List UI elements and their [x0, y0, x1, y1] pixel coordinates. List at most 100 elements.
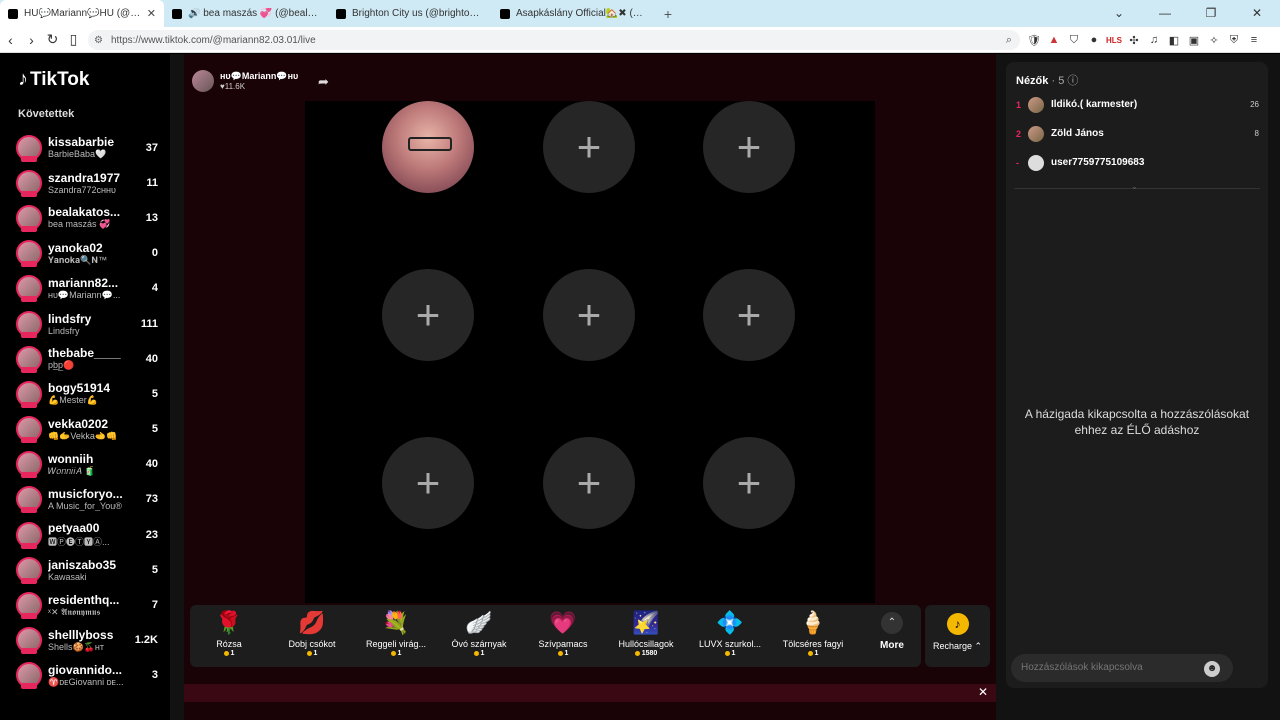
- viewer-row[interactable]: 2 Zöld János 8: [1016, 119, 1261, 148]
- more-label: More: [880, 640, 904, 651]
- minimize-button[interactable]: —: [1142, 0, 1188, 27]
- following-item[interactable]: yanoka02 𝐘𝐚𝐧𝐨𝐤𝐚🔍𝐍™ 0: [0, 236, 170, 271]
- viewers-title: Nézők: [1016, 75, 1049, 87]
- share-icon[interactable]: ➦: [318, 74, 329, 90]
- close-tab-icon[interactable]: ✕: [147, 7, 156, 20]
- gift-item[interactable]: 🪽 Óvó szárnyak 1: [443, 609, 515, 657]
- zoom-icon[interactable]: ⌕: [1006, 34, 1012, 47]
- extension-icon[interactable]: ●: [1084, 34, 1104, 46]
- live-badge: [21, 331, 37, 338]
- sidebar-icon[interactable]: ◧: [1164, 34, 1184, 47]
- gift-item[interactable]: 🌹 Rózsa 1: [193, 609, 265, 657]
- add-guest-button[interactable]: +: [703, 269, 795, 361]
- vpn-icon[interactable]: ⛨: [1224, 34, 1244, 47]
- gift-item[interactable]: 🍦 Tölcséres fagyi 1: [777, 609, 849, 657]
- comments-disabled-message: A házigada kikapcsolta a hozzászólásokat…: [1024, 407, 1250, 437]
- puzzle-extensions-icon[interactable]: ✣: [1124, 34, 1144, 47]
- add-guest-button[interactable]: +: [543, 101, 635, 193]
- hls-extension-icon[interactable]: HLS: [1104, 36, 1124, 45]
- browser-tab[interactable]: Brighton City us (@brighton.city) ÉLŐ: [328, 0, 492, 27]
- avatar: [16, 486, 42, 514]
- viewer-count: 40: [145, 458, 158, 471]
- emoji-icon[interactable]: ☻: [1204, 661, 1220, 677]
- following-item[interactable]: lindsfry Lindsfry 111: [0, 306, 170, 341]
- help-icon[interactable]: ⓘ: [1067, 75, 1078, 87]
- kiss-gift-icon: 💋: [298, 610, 326, 635]
- shield-extension-icon[interactable]: ⛉: [1064, 34, 1084, 47]
- back-icon[interactable]: ‹: [0, 32, 21, 48]
- following-item[interactable]: bealakatos... bea maszás 💞 13: [0, 200, 170, 235]
- tiktok-logo[interactable]: ♪ TikTok: [18, 68, 89, 91]
- recharge-button[interactable]: ♪ Recharge ⌃: [925, 605, 990, 667]
- following-item[interactable]: janiszabo35 Kawasaki 5: [0, 552, 170, 587]
- viewer-count: 40: [145, 352, 158, 365]
- close-icon[interactable]: ✕: [978, 685, 988, 699]
- host-info-bar[interactable]: ʜᴜ💬Mariann💬ʜᴜ ♥11.6K: [192, 70, 298, 92]
- gift-item[interactable]: 💋 Dobj csókot 1: [276, 609, 348, 657]
- following-item[interactable]: vekka0202 👊🫱Vekka🫲👊 5: [0, 412, 170, 447]
- viewer-row[interactable]: 1 Ildikó.( karmester) 26: [1016, 90, 1261, 119]
- following-item[interactable]: petyaa00 🆆Ⓟ🅔Ⓣ🆈Ⓐ... 23: [0, 517, 170, 552]
- comment-input[interactable]: [1011, 654, 1233, 682]
- gift-name: Reggeli virág...: [365, 639, 427, 649]
- following-nickname: ♈ᴅᴇGiovanni ᴅᴇ...: [48, 676, 124, 687]
- following-nickname: BarbieBaba🤍: [48, 149, 107, 160]
- following-item[interactable]: bogy51914 💪Mester💪 5: [0, 376, 170, 411]
- logo-text: TikTok: [30, 68, 90, 90]
- viewer-count: 5: [151, 423, 158, 436]
- following-item[interactable]: kissabarbie BarbieBaba🤍 37: [0, 130, 170, 165]
- add-guest-button[interactable]: +: [382, 437, 474, 529]
- live-badge: [21, 225, 37, 232]
- bookmark-icon[interactable]: ▯: [63, 31, 84, 48]
- add-guest-button[interactable]: +: [703, 101, 795, 193]
- host-avatar[interactable]: [192, 70, 214, 92]
- recharge-label: Recharge ⌃: [932, 641, 983, 651]
- add-guest-button[interactable]: +: [382, 269, 474, 361]
- live-badge: [21, 542, 37, 549]
- url-field[interactable]: ⚙ https://www.tiktok.com/@mariann82.03.0…: [88, 30, 1020, 50]
- avatar: [1028, 125, 1044, 142]
- media-icon[interactable]: ♫: [1144, 34, 1164, 46]
- following-item[interactable]: thebabe____ pb̲p̲🔴 40: [0, 341, 170, 376]
- add-guest-button[interactable]: +: [543, 269, 635, 361]
- add-guest-button[interactable]: +: [703, 437, 795, 529]
- wallet-icon[interactable]: ▣: [1184, 34, 1204, 47]
- viewer-count: 73: [145, 493, 158, 506]
- viewer-row[interactable]: - user7759775109683: [1016, 148, 1261, 177]
- more-gifts-button[interactable]: ⌃ More: [870, 609, 914, 651]
- viewer-name: Ildikó.( karmester): [1051, 99, 1138, 110]
- site-info-icon[interactable]: ⚙: [94, 35, 103, 46]
- following-item[interactable]: musicforyo... A Music_for_You® 73: [0, 482, 170, 517]
- add-guest-button[interactable]: +: [543, 437, 635, 529]
- brave-shield-icon[interactable]: 🛡: [1024, 34, 1044, 47]
- browser-tab[interactable]: HU💬Mariann💬HU (@mariann8 ✕: [0, 0, 164, 27]
- close-window-button[interactable]: ✕: [1234, 0, 1280, 27]
- browser-tab[interactable]: 🔊 bea maszás 💞 (@bealakatos69: [164, 0, 328, 27]
- avatar: [1028, 154, 1044, 171]
- host-video-slot[interactable]: [382, 101, 474, 193]
- tab-list-icon[interactable]: ⌄: [1096, 0, 1142, 27]
- gift-item[interactable]: 🌠 Hullócsillagok 1580: [610, 609, 682, 657]
- gift-item[interactable]: 💐 Reggeli virág... 1: [360, 609, 432, 657]
- gift-item[interactable]: 💠 LUVX szurkol... 1: [694, 609, 766, 657]
- leo-ai-icon[interactable]: ✧: [1204, 34, 1224, 47]
- following-item[interactable]: wonniih 𝑊𝑜𝑛𝑛𝑖𝑖𝐴 🧃 40: [0, 447, 170, 482]
- viewers-chat-panel: Nézők · 5 ⓘ 1 Ildikó.( karmester) 26 2 Z…: [1006, 62, 1268, 688]
- following-item[interactable]: szandra1977 Szandra772ᴄʜʜᴜ 11: [0, 165, 170, 200]
- restore-button[interactable]: ❐: [1188, 0, 1234, 27]
- browser-tab[interactable]: Asapkáslány Official🏡✖ (@theras: [492, 0, 656, 27]
- following-item[interactable]: residenthq... ˣ✕ 𝕬𝖓𝖔𝖓𝖞𝖒𝖚𝖘 7: [0, 587, 170, 622]
- new-tab-button[interactable]: +: [656, 0, 680, 27]
- avatar: [16, 627, 42, 655]
- gift-item[interactable]: 💗 Szívpamacs 1: [527, 609, 599, 657]
- following-item[interactable]: mariann82... ʜᴜ💬Mariann💬... 4: [0, 271, 170, 306]
- following-item[interactable]: shelllyboss Shells🍪🍒ʜᴛ 1.2K: [0, 623, 170, 658]
- coin-icon: [223, 650, 229, 656]
- live-badge: [21, 366, 37, 373]
- rewards-icon[interactable]: ▲: [1044, 34, 1064, 46]
- following-item[interactable]: giovannido... ♈ᴅᴇGiovanni ᴅᴇ... 3: [0, 658, 170, 693]
- reload-icon[interactable]: ↻: [42, 31, 63, 48]
- menu-icon[interactable]: ≡: [1244, 34, 1264, 46]
- expand-chevron-icon[interactable]: ⌄: [1131, 182, 1138, 191]
- forward-icon[interactable]: ›: [21, 32, 42, 48]
